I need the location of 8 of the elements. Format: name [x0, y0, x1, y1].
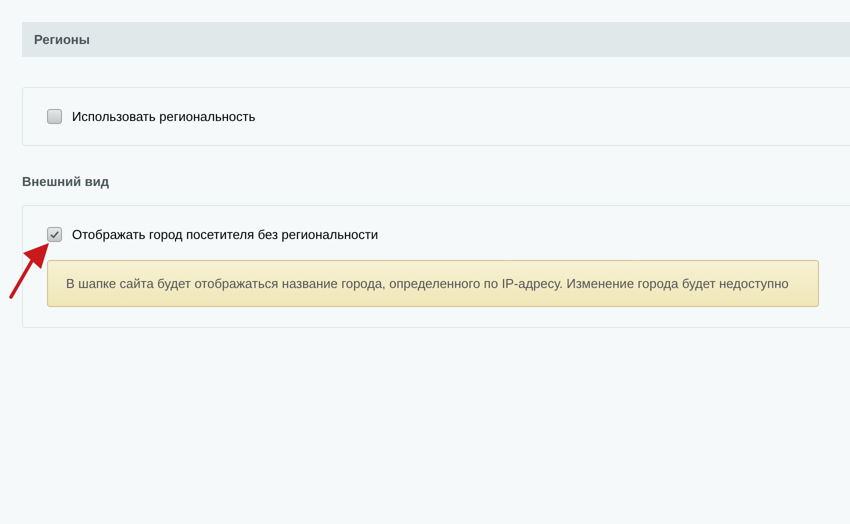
section-title: Регионы [34, 32, 90, 47]
notice-message: В шапке сайта будет отображаться название города, определенного по IP-адресу. Изменение города будет недоступно [47, 260, 819, 307]
checkbox[interactable] [47, 227, 62, 242]
checkmark-icon [49, 229, 60, 240]
group-title: Внешний вид [22, 174, 110, 189]
checkbox[interactable] [47, 109, 62, 124]
checkbox-label[interactable]: Отображать город посетителя без региональности [72, 227, 378, 242]
checkbox-label[interactable]: Использовать региональность [72, 109, 256, 124]
